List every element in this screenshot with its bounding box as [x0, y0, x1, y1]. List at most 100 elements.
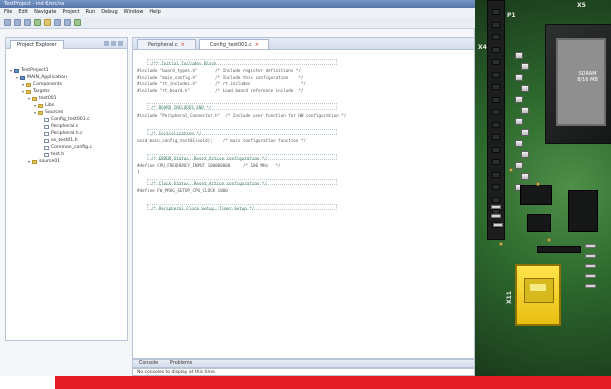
debug-icon[interactable] — [44, 19, 51, 26]
bottom-white-strip — [0, 376, 55, 389]
tab-problems[interactable]: Problems — [170, 361, 192, 366]
smd-component — [585, 274, 596, 278]
folder-icon — [38, 110, 43, 115]
header-pin — [492, 59, 500, 65]
smd-component — [491, 214, 501, 218]
gold-pin — [521, 85, 529, 92]
tree-item[interactable]: ▾ test001 — [10, 95, 123, 102]
refresh-icon[interactable] — [74, 19, 81, 26]
menu-bar: File Edit Navigate Project Run Debug Win… — [0, 8, 475, 17]
tree-item[interactable]: ▾ Components — [10, 81, 123, 88]
menu-icon[interactable] — [118, 40, 123, 46]
folder-icon — [32, 96, 37, 101]
close-icon[interactable]: × — [181, 40, 185, 50]
sdram-line2: 8/16 MB — [577, 77, 598, 83]
tab-config-label: Config_test001.c — [209, 41, 252, 48]
header-pin — [492, 184, 500, 190]
folder-icon — [26, 89, 31, 94]
folder-icon — [14, 68, 19, 73]
collapse-icon[interactable] — [104, 40, 109, 46]
menu-window[interactable]: Window — [124, 8, 144, 17]
folder-icon — [26, 82, 31, 87]
via — [536, 182, 540, 186]
gold-pin — [515, 140, 523, 147]
project-explorer-header: Project Explorer — [6, 38, 127, 49]
tree-item-label: Sources — [45, 110, 64, 115]
file-icon — [44, 152, 49, 157]
label-x4: X4 — [478, 44, 487, 51]
tree-item-label: Common_config.c — [51, 145, 93, 150]
tree-item-label: Config_test001.c — [51, 117, 90, 122]
sdram-label: SDRAM 8/16 MB — [571, 71, 604, 91]
project-explorer: Project Explorer ▾ TestProject1 ▾ MAIN_Appl… — [5, 37, 128, 341]
header-pin — [492, 109, 500, 115]
settings-icon[interactable] — [54, 19, 61, 26]
tree-item[interactable]: test.h — [10, 151, 123, 158]
tree-item[interactable]: ▾ Sources — [10, 109, 123, 116]
tree-item-label: source01 — [39, 159, 61, 164]
save-icon[interactable] — [14, 19, 21, 26]
menu-run[interactable]: Run — [86, 8, 96, 17]
code-comment-block: /* Clock Status, Reset_Action configurat… — [147, 178, 337, 186]
code-comment-block: /* BOARD INCLUDES END */ — [147, 103, 337, 110]
ic-chip — [520, 185, 552, 205]
code-comment-block: /* ERROR_Status, Reset_Action configurat… — [147, 153, 337, 161]
tab-config[interactable]: Config_test001.c × — [198, 39, 269, 50]
ic-chip — [568, 190, 598, 232]
ic-chip — [527, 214, 551, 232]
smd-component — [585, 284, 596, 288]
header-pin — [492, 96, 500, 103]
tab-console[interactable]: Console — [139, 361, 158, 366]
menu-file[interactable]: File — [4, 8, 12, 17]
code-comment-block: /* Peripheral Clock Setup, Timer Setup *… — [147, 204, 337, 211]
via — [499, 242, 503, 246]
tree-item[interactable]: Peripheral.h.c — [10, 130, 123, 137]
tree-item[interactable]: ▾ TestProject1 — [10, 67, 123, 74]
tree-item[interactable]: Common_config.c — [10, 144, 123, 151]
close-icon[interactable]: × — [255, 40, 259, 50]
gold-pin — [521, 63, 529, 70]
print-icon[interactable] — [24, 19, 31, 26]
tree-item-label: TestProject1 — [21, 68, 49, 73]
new-icon[interactable] — [4, 19, 11, 26]
gold-pin — [515, 74, 523, 81]
menu-help[interactable]: Help — [149, 8, 160, 17]
tab-peripheral-label: Peripheral.c — [148, 41, 178, 48]
link-icon[interactable] — [111, 40, 116, 46]
tree-item[interactable]: os_test01.h — [10, 137, 123, 144]
label-p1: P1 — [507, 12, 516, 19]
tree-item[interactable]: ▾ Targets — [10, 88, 123, 95]
project-explorer-tab[interactable]: Project Explorer — [10, 39, 64, 49]
menu-edit[interactable]: Edit — [18, 8, 28, 17]
code-area[interactable]: /** Initial Includes Block #include "boar… — [133, 50, 474, 211]
gold-pin — [515, 52, 523, 59]
menu-navigate[interactable]: Navigate — [34, 8, 56, 17]
tree-item[interactable]: ▾ Libs — [10, 102, 123, 109]
pin-header — [487, 0, 505, 240]
tab-peripheral[interactable]: Peripheral.c × — [137, 39, 196, 49]
tree-item[interactable]: ▾ source01 — [10, 158, 123, 165]
header-pin — [492, 121, 500, 128]
run-icon[interactable] — [34, 19, 41, 26]
folder-icon — [38, 103, 43, 108]
tree-item-label: Components — [33, 82, 63, 87]
tree-item[interactable]: Config_test001.c — [10, 116, 123, 123]
tree-item-label: Peripheral.c — [51, 124, 79, 129]
code-editor: Peripheral.c × Config_test001.c × /** In… — [132, 37, 475, 359]
tree-item[interactable]: Peripheral.c — [10, 123, 123, 130]
menu-debug[interactable]: Debug — [101, 8, 117, 17]
console-tabs: Console Problems — [132, 359, 475, 368]
header-pin — [492, 71, 500, 78]
build-icon[interactable] — [64, 19, 71, 26]
tree-item[interactable]: ▾ MAIN_Application — [10, 74, 123, 81]
via — [547, 238, 551, 242]
tree-item-label: Libs — [45, 103, 55, 108]
smd-component — [585, 254, 596, 258]
project-tree: ▾ TestProject1 ▾ MAIN_Application ▾ Component… — [6, 49, 127, 165]
gold-pin — [515, 162, 523, 169]
gold-pin — [521, 129, 529, 136]
file-icon — [44, 145, 49, 150]
menu-project[interactable]: Project — [63, 8, 80, 17]
tree-item-label: test.h — [51, 152, 65, 157]
